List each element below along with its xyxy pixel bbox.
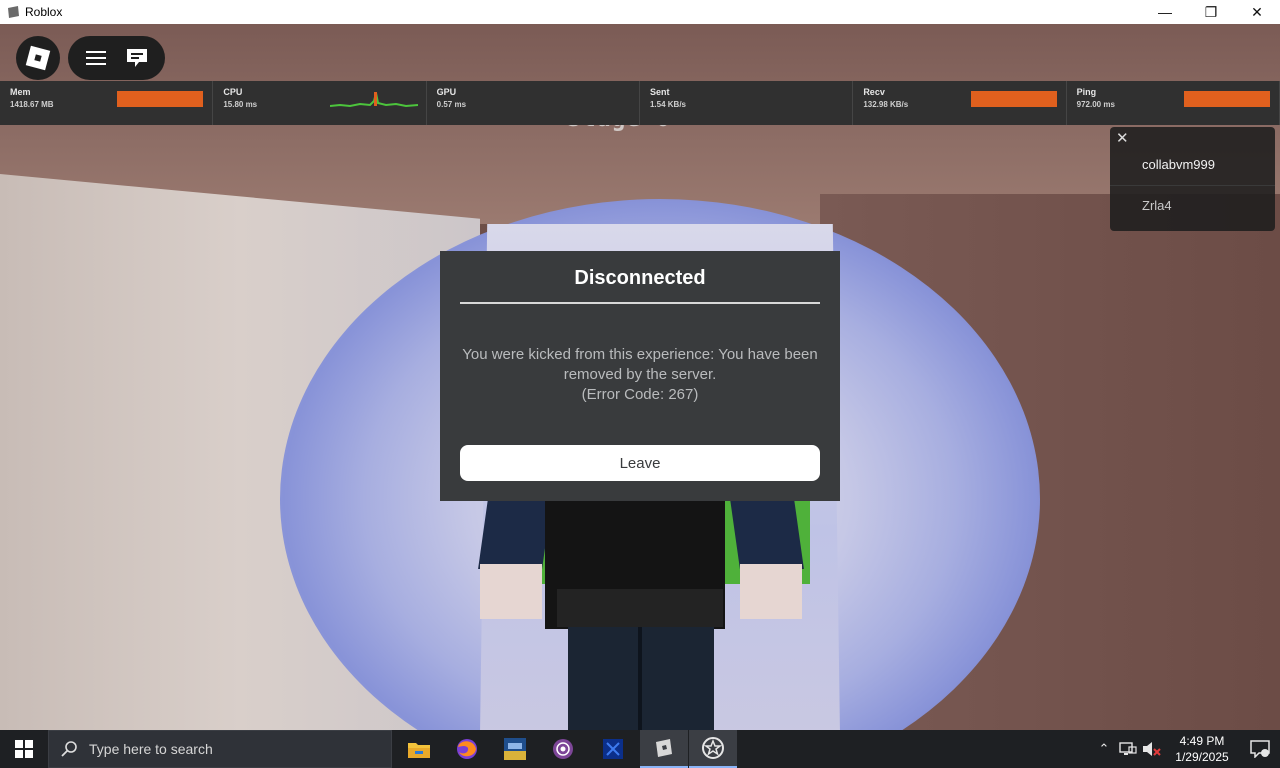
avatar-right-hand: [740, 564, 802, 619]
stat-mem: Mem 1418.67 MB: [0, 81, 214, 125]
stat-label: Sent: [649, 87, 670, 97]
stat-alert-bar: [1183, 91, 1270, 107]
stat-ping: Ping 972.00 ms: [1067, 81, 1280, 125]
leave-button[interactable]: Leave: [460, 445, 820, 481]
roblox-menu-button[interactable]: [16, 36, 60, 80]
chat-icon[interactable]: [123, 44, 151, 72]
roblox-logo-icon: [25, 45, 51, 71]
maximize-button[interactable]: ❐: [1188, 0, 1234, 24]
stat-value: 1.54 KB/s: [649, 100, 687, 109]
firefox-icon: [457, 739, 477, 759]
stat-label: GPU: [436, 87, 457, 97]
avatar-left-arm: [478, 499, 552, 569]
taskbar-app-2025[interactable]: [491, 730, 539, 768]
clock-time: 4:49 PM: [1179, 734, 1225, 748]
taskbar-app-file-explorer[interactable]: [395, 730, 443, 768]
stat-gpu: GPU 0.57 ms: [427, 81, 640, 125]
network-icon[interactable]: [1116, 730, 1140, 768]
topbar-menu-pill: [68, 36, 165, 80]
tor-browser-icon: [553, 739, 573, 759]
avatar-right-arm: [730, 499, 804, 569]
taskbar-app-firefox[interactable]: [443, 730, 491, 768]
volume-muted-icon[interactable]: [1140, 730, 1164, 768]
start-button[interactable]: [0, 730, 48, 768]
roblox-app-icon: [8, 6, 19, 18]
close-window-button[interactable]: ✕: [1234, 0, 1280, 24]
player-list-item[interactable]: collabvm999: [1142, 157, 1215, 172]
dialog-message: You were kicked from this experience: Yo…: [455, 345, 825, 405]
hamburger-menu-icon[interactable]: [82, 44, 110, 72]
stat-recv: Recv 132.98 KB/s: [853, 81, 1067, 125]
taskbar-clock[interactable]: 4:49 PM 1/29/2025: [1164, 733, 1240, 765]
search-placeholder: Type here to search: [89, 741, 213, 757]
stat-cpu: CPU 15.80 ms: [213, 81, 427, 125]
stat-sent: Sent 1.54 KB/s: [640, 81, 854, 125]
stat-value: 0.57 ms: [436, 100, 467, 109]
roblox-studio-icon: [702, 737, 724, 759]
search-icon: [61, 741, 77, 757]
avatar-belt: [557, 589, 723, 627]
cpu-graph-icon: [329, 92, 418, 108]
player-list-item[interactable]: Zrla4: [1142, 198, 1172, 213]
taskbar-app-tor[interactable]: [539, 730, 587, 768]
avatar-left-hand: [480, 564, 542, 619]
dialog-title: Disconnected: [574, 267, 706, 289]
dialog-divider: [460, 302, 820, 304]
kick-reason-text: You were kicked from this experience: Yo…: [462, 346, 818, 383]
minimize-button[interactable]: —: [1142, 0, 1188, 24]
app-2025-icon: [504, 738, 526, 760]
window-title: Roblox: [25, 5, 63, 19]
notification-center-icon[interactable]: [1240, 730, 1280, 768]
roblox-icon: [656, 739, 672, 757]
disconnected-dialog: Disconnected You were kicked from this e…: [440, 251, 840, 501]
close-icon[interactable]: ✕: [1116, 129, 1129, 147]
file-explorer-icon: [408, 743, 430, 758]
performance-stats-bar: Mem 1418.67 MB CPU 15.80 ms GPU 0.57 ms …: [0, 81, 1280, 125]
tray-chevron-icon[interactable]: ⌃: [1092, 730, 1116, 768]
stat-alert-bar: [970, 91, 1057, 107]
system-tray: ⌃ 4:49 PM 1/29/2025: [1092, 730, 1280, 768]
avatar-legs: [568, 627, 714, 730]
divider: [1110, 185, 1275, 186]
taskbar-search-box[interactable]: Type here to search: [48, 730, 392, 768]
error-code-text: (Error Code: 267): [581, 386, 699, 403]
taskbar-app-roblox[interactable]: [640, 730, 688, 768]
shield-app-icon: [603, 739, 623, 759]
windows-logo-icon: [15, 740, 33, 758]
taskbar-app-shield[interactable]: [589, 730, 637, 768]
window-titlebar: Roblox — ❐ ✕: [0, 0, 1280, 24]
stat-alert-bar: [117, 91, 204, 107]
taskbar-app-roblox-studio[interactable]: [689, 730, 737, 768]
game-viewport[interactable]: Stage 0 Mem 1418.67 MB CPU 15.80 ms GPU …: [0, 24, 1280, 730]
clock-date: 1/29/2025: [1175, 750, 1229, 764]
player-list: ✕ collabvm999 Zrla4: [1110, 127, 1275, 231]
windows-taskbar: Type here to search ⌃ 4:49 PM 1/29/2025: [0, 730, 1280, 768]
